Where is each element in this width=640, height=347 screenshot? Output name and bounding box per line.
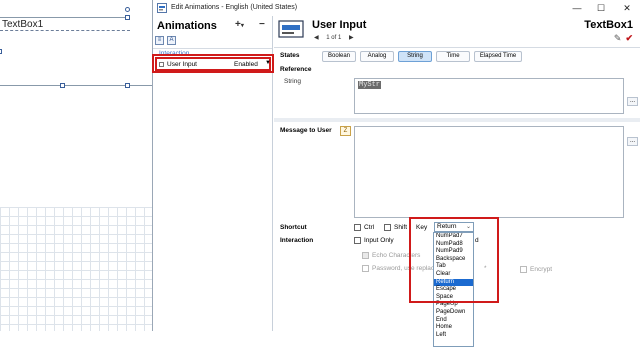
checkmark-icon[interactable]: ✔ bbox=[625, 33, 633, 43]
maximize-button[interactable]: ☐ bbox=[593, 2, 609, 14]
divider bbox=[153, 48, 272, 49]
reference-label: Reference bbox=[280, 66, 312, 73]
shortcut-label: Shortcut bbox=[280, 224, 307, 231]
object-name: TextBox1 bbox=[584, 19, 633, 31]
header-tools: ✎ ✔ bbox=[614, 33, 633, 44]
minimize-button[interactable]: — bbox=[569, 2, 585, 14]
reference-input[interactable]: MyStr bbox=[354, 78, 624, 114]
window-title: Edit Animations - English (United States… bbox=[171, 4, 298, 11]
tab-time[interactable]: Time bbox=[436, 51, 470, 62]
reference-browse-button[interactable]: ... bbox=[627, 97, 638, 106]
textbox-border-top bbox=[0, 17, 130, 18]
resize-handle-top-right[interactable] bbox=[125, 15, 130, 20]
next-icon[interactable]: ▶ bbox=[349, 35, 354, 41]
pager-text: 1 of 1 bbox=[326, 35, 342, 41]
message-label: Message to User bbox=[280, 127, 332, 134]
echo-checkbox[interactable] bbox=[362, 252, 369, 259]
states-label: States bbox=[280, 52, 300, 59]
shift-label: Shift bbox=[394, 224, 408, 231]
edit-icon[interactable]: ✎ bbox=[614, 33, 622, 43]
password-checkbox[interactable] bbox=[362, 265, 369, 272]
app-icon bbox=[157, 3, 167, 13]
sort-alpha-icon[interactable]: A bbox=[167, 36, 176, 45]
remove-animation-button[interactable]: − bbox=[259, 19, 265, 30]
sort-toolbar: ≡ A bbox=[155, 36, 179, 47]
highlight-box-animation-row bbox=[152, 54, 274, 73]
design-canvas[interactable]: TextBox1 bbox=[0, 0, 152, 331]
edit-animations-dialog: Edit Animations - English (United States… bbox=[152, 0, 640, 347]
user-input-icon bbox=[278, 20, 304, 38]
tab-string[interactable]: String bbox=[398, 51, 432, 62]
resize-handle-left[interactable] bbox=[0, 49, 2, 54]
add-animation-button[interactable]: +▾ bbox=[235, 19, 244, 30]
selection-outline bbox=[0, 30, 130, 31]
categorized-view-icon[interactable]: ≡ bbox=[155, 36, 164, 45]
input-only-checkbox[interactable] bbox=[354, 237, 361, 244]
animation-title: User Input bbox=[312, 19, 367, 31]
reference-value: MyStr bbox=[358, 81, 382, 89]
resize-handle-bottom[interactable] bbox=[60, 83, 65, 88]
splitter[interactable] bbox=[274, 118, 640, 122]
message-browse-button[interactable]: ... bbox=[627, 137, 638, 146]
shift-checkbox[interactable] bbox=[384, 224, 391, 231]
ctrl-label: Ctrl bbox=[364, 224, 375, 231]
divider bbox=[274, 47, 640, 48]
key-option[interactable]: End bbox=[434, 317, 473, 325]
resize-handle-bottom-right[interactable] bbox=[125, 83, 130, 88]
interaction-label: Interaction bbox=[280, 237, 314, 244]
key-option[interactable]: Left bbox=[434, 332, 473, 340]
encrypt-label: Encrypt bbox=[530, 266, 553, 273]
tab-elapsed-time[interactable]: Elapsed Time bbox=[474, 51, 522, 62]
chevron-down-icon: ▾ bbox=[240, 23, 244, 29]
message-input[interactable] bbox=[354, 126, 624, 218]
ctrl-checkbox[interactable] bbox=[354, 224, 361, 231]
reference-field-label: String bbox=[284, 78, 301, 85]
textbox-label[interactable]: TextBox1 bbox=[2, 19, 43, 30]
previous-icon[interactable]: ◀ bbox=[314, 35, 319, 41]
close-button[interactable]: ✕ bbox=[619, 2, 635, 14]
encrypt-checkbox[interactable] bbox=[520, 266, 527, 273]
animations-title: Animations bbox=[157, 20, 217, 32]
title-bar: Edit Animations - English (United States… bbox=[153, 0, 640, 16]
input-only-label: Input Only bbox=[364, 237, 394, 244]
canvas-grid bbox=[0, 207, 152, 331]
tab-analog[interactable]: Analog bbox=[360, 51, 394, 62]
pager: ◀ 1 of 1 ▶ bbox=[314, 34, 360, 41]
tab-boolean[interactable]: Boolean bbox=[322, 51, 356, 62]
key-option[interactable]: PageDown bbox=[434, 309, 473, 317]
rotate-handle[interactable] bbox=[125, 7, 130, 12]
string-format-icon[interactable]: Z bbox=[340, 126, 351, 136]
highlight-box-key-dropdown bbox=[409, 217, 499, 303]
